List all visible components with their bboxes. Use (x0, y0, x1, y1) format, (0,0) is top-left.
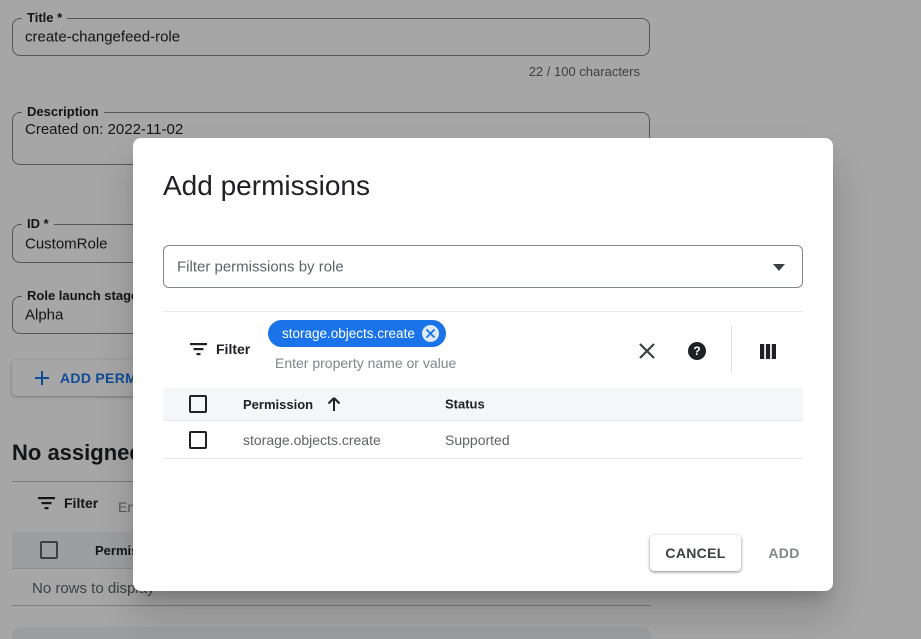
filter-chip-label: storage.objects.create (282, 326, 415, 341)
chip-remove-icon[interactable] (422, 325, 439, 342)
row-checkbox[interactable] (189, 431, 207, 449)
dialog-filter-button[interactable]: Filter (190, 341, 250, 357)
status-column-header[interactable]: Status (445, 397, 485, 412)
help-icon[interactable]: ? (686, 340, 708, 362)
permissions-filter-toolbar: Filter storage.objects.create Enter prop… (163, 311, 803, 388)
permission-header-label: Permission (243, 397, 313, 412)
permission-table-row[interactable]: storage.objects.create Supported (163, 421, 803, 459)
sort-ascending-icon[interactable] (327, 396, 341, 412)
select-all-checkbox[interactable] (189, 395, 207, 413)
add-permissions-dialog: Add permissions Filter permissions by ro… (133, 138, 833, 591)
dialog-table-header: Permission Status (163, 388, 803, 421)
filter-chip[interactable]: storage.objects.create (268, 320, 446, 347)
cancel-button[interactable]: CANCEL (650, 535, 741, 571)
filter-by-role-placeholder: Filter permissions by role (177, 258, 344, 275)
toolbar-divider (731, 326, 732, 374)
column-display-options-button[interactable] (757, 340, 779, 362)
add-button[interactable]: ADD (753, 535, 815, 571)
row-permission-value: storage.objects.create (243, 432, 381, 448)
dialog-title: Add permissions (163, 170, 370, 202)
row-status-value: Supported (445, 432, 510, 448)
clear-filters-button[interactable] (636, 340, 658, 362)
chevron-down-icon (773, 264, 785, 271)
permission-column-header[interactable]: Permission (243, 396, 341, 412)
filter-funnel-icon (190, 343, 207, 356)
filter-by-role-dropdown[interactable]: Filter permissions by role (163, 245, 803, 288)
dialog-filter-label: Filter (216, 341, 250, 357)
dialog-filter-input[interactable]: Enter property name or value (275, 355, 456, 371)
